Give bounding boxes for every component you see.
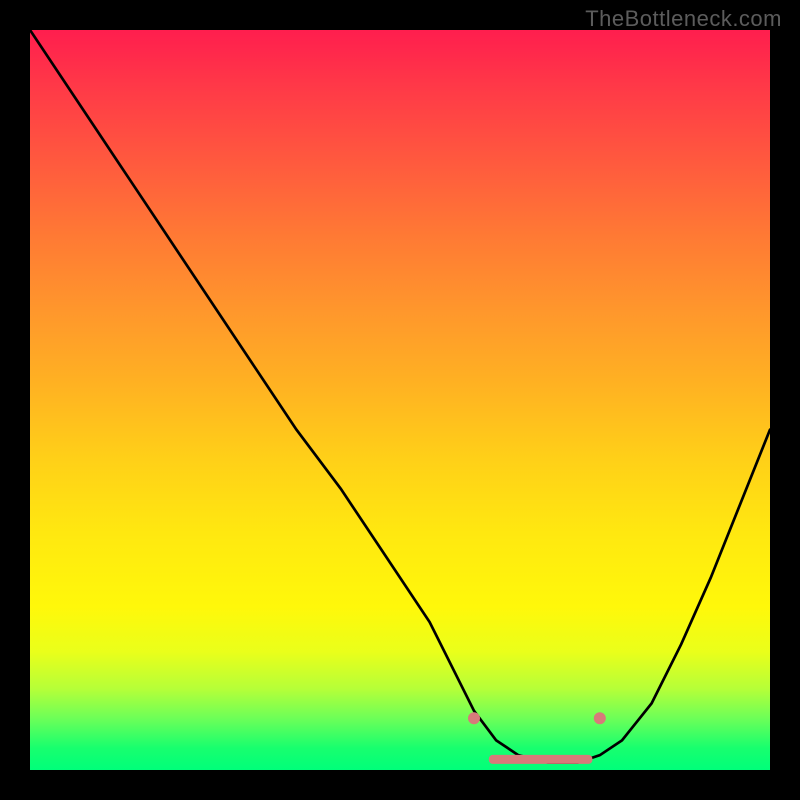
bottleneck-curve [30, 30, 770, 763]
chart-frame: TheBottleneck.com [0, 0, 800, 800]
curve-svg [30, 30, 770, 770]
curve-marker-left [468, 712, 480, 724]
plot-area [30, 30, 770, 770]
curve-marker-right [594, 712, 606, 724]
watermark-text: TheBottleneck.com [585, 6, 782, 32]
bottom-pink-band [489, 755, 593, 764]
